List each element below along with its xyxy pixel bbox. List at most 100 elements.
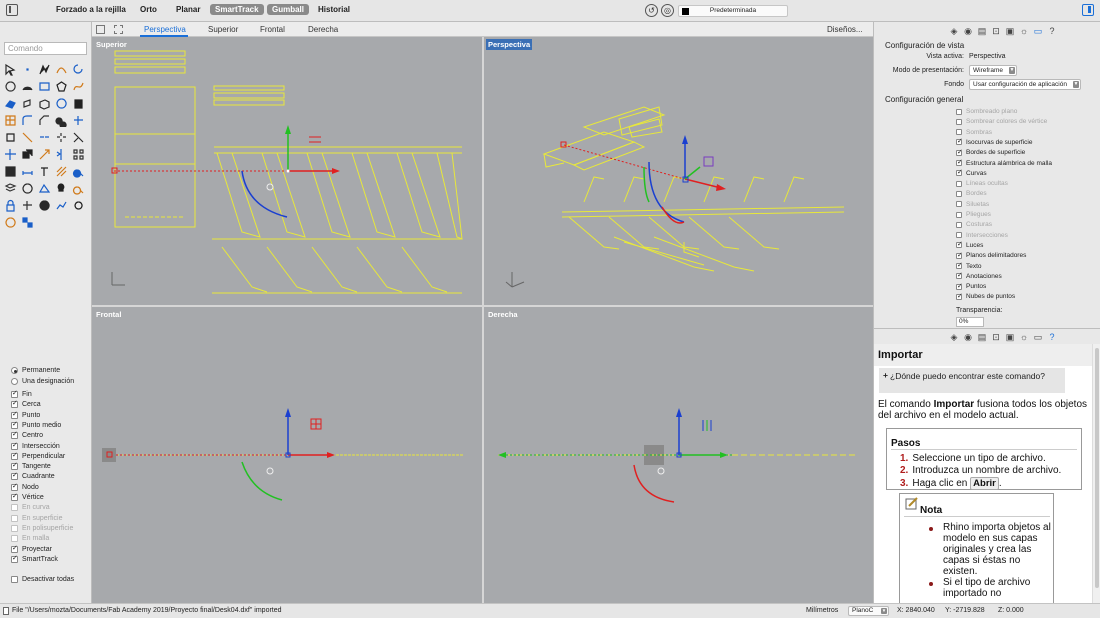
camera-icon[interactable]: ⊡ [991, 332, 1001, 342]
display-option[interactable]: Sombrear colores de vértice [956, 118, 1047, 125]
display-option[interactable]: Intersecciones [956, 232, 1008, 239]
viewport-label-right[interactable]: Derecha [486, 309, 520, 320]
image-icon[interactable]: ▣ [1005, 332, 1015, 342]
cut-icon[interactable] [71, 113, 86, 128]
osnap-item[interactable]: Perpendicular [11, 451, 65, 460]
scale-icon[interactable] [37, 147, 52, 162]
display-option[interactable]: Texto [956, 261, 982, 270]
history-toggle[interactable]: Historial [318, 5, 350, 14]
osnap-item[interactable]: Intersección [11, 441, 60, 450]
chamfer-icon[interactable] [37, 113, 52, 128]
display-option[interactable]: Curvas [956, 168, 987, 177]
layers-icon[interactable]: ◈ [949, 332, 959, 342]
osnap-mode-one-time[interactable]: Una designación [11, 378, 74, 385]
group-icon[interactable] [20, 215, 35, 230]
boolean-icon[interactable] [54, 113, 69, 128]
sphere-icon[interactable] [54, 96, 69, 111]
help-icon[interactable]: ? [1047, 332, 1057, 342]
viewport-label-top[interactable]: Superior [94, 39, 129, 50]
tab-right[interactable]: Derecha [308, 25, 338, 34]
command-input[interactable] [4, 42, 87, 55]
display-option[interactable]: Sombras [956, 129, 992, 136]
circle-icon[interactable] [3, 79, 18, 94]
osnap-item[interactable]: Cerca [11, 399, 41, 409]
units-label[interactable]: Milímetros [806, 607, 838, 614]
right-sidebar-toggle-icon[interactable] [1082, 4, 1094, 16]
document-icon[interactable]: ▤ [977, 332, 987, 342]
viewport-front[interactable]: Frontal [92, 307, 482, 603]
mesh-icon[interactable] [3, 113, 18, 128]
display-option[interactable]: Puntos [956, 282, 986, 290]
hatch-icon[interactable] [54, 164, 69, 179]
polygon-icon[interactable] [54, 79, 69, 94]
layers-icon[interactable]: ◈ [949, 26, 959, 36]
display-icon[interactable]: ▭ [1033, 26, 1043, 36]
rectangle-icon[interactable] [37, 79, 52, 94]
osnap-item[interactable]: Tangente [11, 461, 51, 471]
display-option[interactable]: Bordes de superficie [956, 148, 1025, 156]
viewport-top[interactable]: Superior [92, 37, 482, 305]
rotate-view-icon[interactable] [71, 62, 86, 77]
osnap-item[interactable]: Fin [11, 389, 32, 398]
analysis-icon[interactable] [54, 198, 69, 213]
move-icon[interactable] [3, 147, 18, 162]
display-icon[interactable]: ▭ [1033, 332, 1043, 342]
surface-icon[interactable] [3, 96, 18, 111]
dimension-icon[interactable] [20, 164, 35, 179]
display-option[interactable]: Costuras [956, 221, 992, 228]
tab-perspective[interactable]: Perspectiva [144, 25, 186, 34]
gumball-toggle[interactable]: Gumball [267, 4, 310, 15]
osnap-item[interactable]: En polisuperficie [11, 524, 73, 532]
viewport-right[interactable]: Derecha [484, 307, 873, 603]
osnap-mode-permanent[interactable]: Permanente [11, 367, 60, 374]
lock-icon[interactable] [3, 198, 18, 213]
lights-icon[interactable]: ☼ [1019, 332, 1029, 342]
osnap-item[interactable]: Punto [11, 410, 40, 419]
material-icon[interactable] [20, 181, 35, 196]
curve-icon[interactable] [54, 62, 69, 77]
planar-toggle[interactable]: Planar [176, 5, 200, 14]
join-icon[interactable] [37, 130, 52, 145]
layouts-menu[interactable]: Diseños... [827, 25, 863, 34]
color-wheel-icon[interactable] [37, 198, 52, 213]
help-scrollbar[interactable] [1092, 344, 1100, 603]
display-option[interactable]: Líneas ocultas [956, 180, 1008, 187]
materials-icon[interactable]: ◉ [963, 26, 973, 36]
tab-top[interactable]: Superior [208, 25, 238, 34]
display-mode-select[interactable]: Wireframe ▼ [969, 65, 1017, 76]
osnap-item[interactable]: Punto medio [11, 420, 61, 429]
cplane-select[interactable]: PlanoC ▼ [848, 606, 889, 616]
display-option[interactable]: Luces [956, 240, 983, 249]
mirror-icon[interactable] [54, 147, 69, 162]
box-icon[interactable] [37, 96, 52, 111]
help-faq-toggle[interactable]: + ¿Dónde puedo encontrar este comando? [879, 368, 1065, 393]
osnap-item[interactable]: Vértice [11, 492, 44, 501]
osnap-disable-all[interactable]: Desactivar todas [11, 576, 74, 583]
target-icon[interactable]: ◎ [661, 4, 674, 17]
display-option[interactable]: Estructura alámbrica de malla [956, 158, 1052, 167]
trim-icon[interactable] [71, 130, 86, 145]
display-option[interactable]: Bordes [956, 190, 987, 197]
text-icon[interactable] [37, 164, 52, 179]
background-select[interactable]: Usar configuración de aplicación ▼ [969, 79, 1081, 90]
document-icon[interactable]: ▤ [977, 26, 987, 36]
array-icon[interactable] [71, 147, 86, 162]
osnap-item[interactable]: Nodo [11, 482, 39, 491]
cylinder-icon[interactable] [71, 96, 86, 111]
polyline-icon[interactable] [37, 62, 52, 77]
select-arrow-icon[interactable] [3, 62, 18, 77]
zoom-extents-icon[interactable] [71, 181, 86, 196]
snap-to-grid-toggle[interactable]: Forzado a la rejilla [56, 5, 126, 14]
viewport-label-perspective[interactable]: Perspectiva [486, 39, 533, 50]
help-icon[interactable]: ? [1047, 26, 1057, 36]
tab-front[interactable]: Frontal [260, 25, 285, 34]
ortho-toggle[interactable]: Orto [140, 5, 157, 14]
osnap-item[interactable]: Proyectar [11, 544, 52, 553]
viewport-label-front[interactable]: Frontal [94, 309, 123, 320]
display-option[interactable]: Sombreado plano [956, 108, 1017, 115]
light-icon[interactable] [54, 181, 69, 196]
freeform-icon[interactable] [71, 79, 86, 94]
layer-icon[interactable] [3, 181, 18, 196]
explode-icon[interactable] [54, 130, 69, 145]
display-option[interactable]: Pliegues [956, 211, 991, 218]
